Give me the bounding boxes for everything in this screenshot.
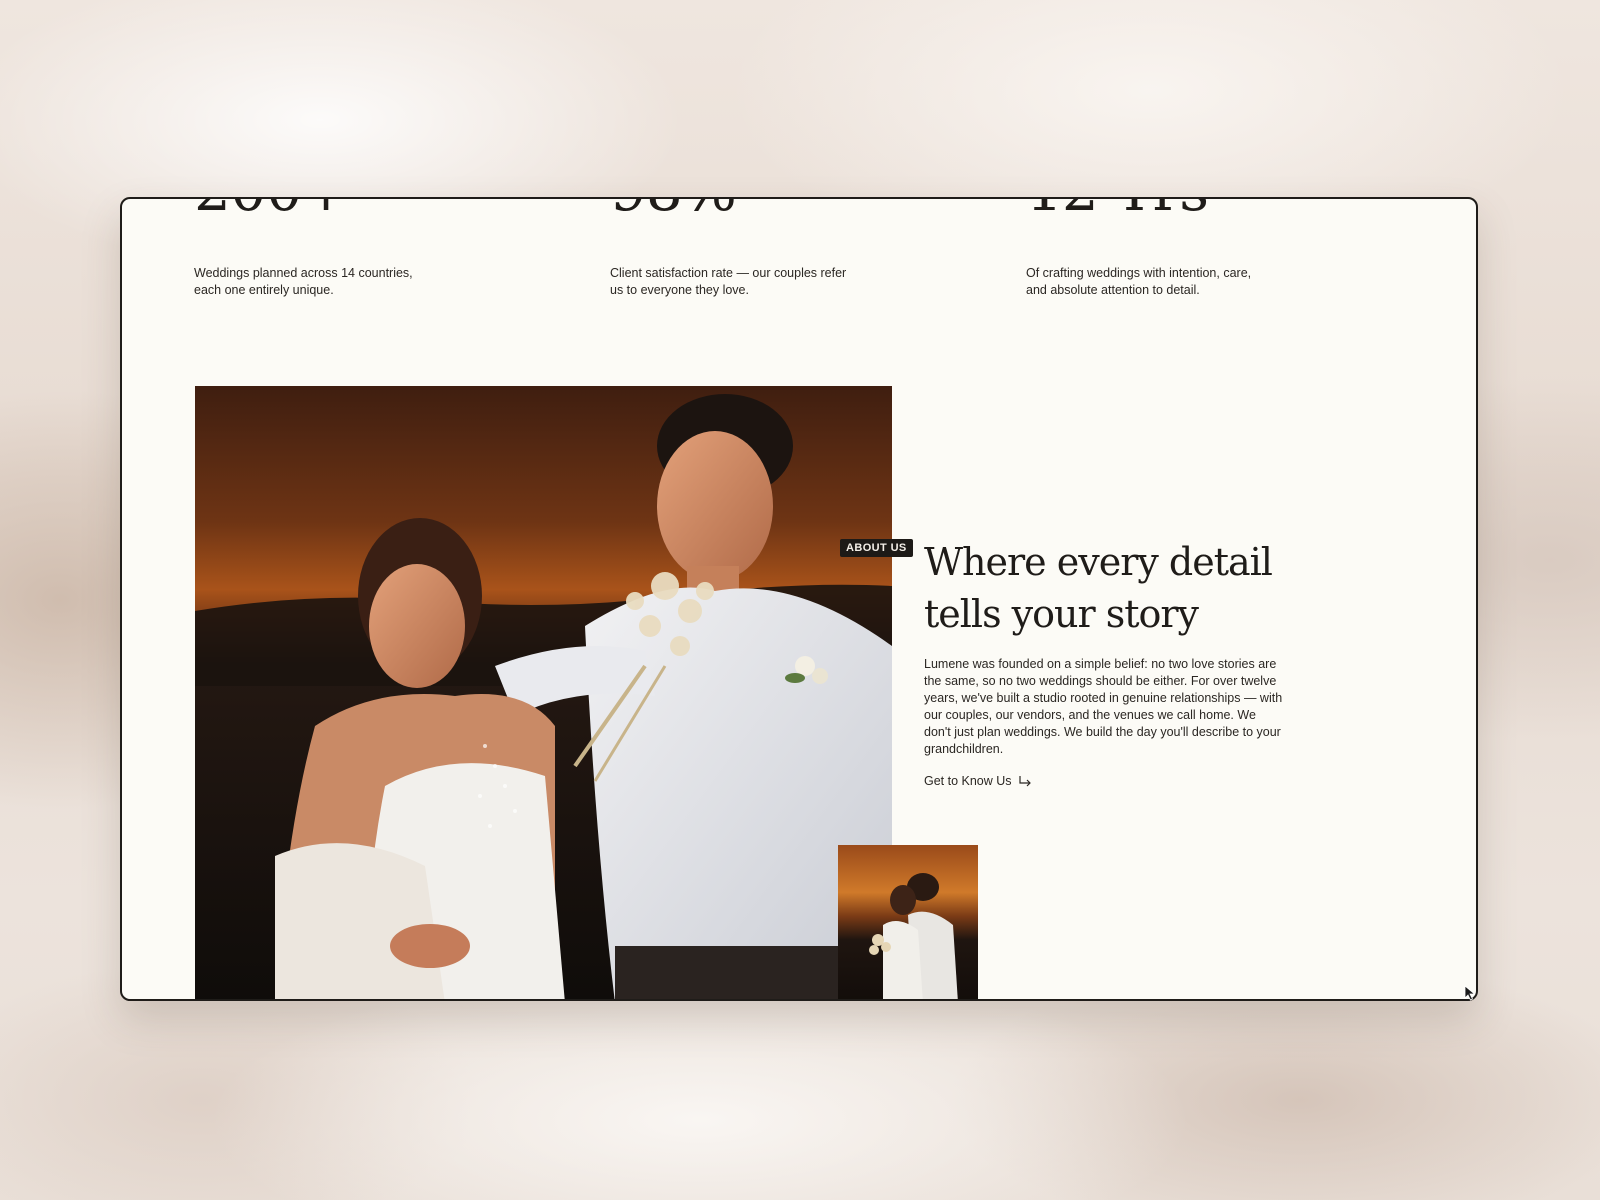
about-us-badge: ABOUT US bbox=[840, 539, 913, 557]
couple-kiss-photo bbox=[838, 845, 978, 999]
stat-description: Client satisfaction rate — our couples r… bbox=[610, 266, 847, 297]
mouse-cursor-icon bbox=[1464, 985, 1476, 1001]
stat-description: Of crafting weddings with intention, car… bbox=[1026, 266, 1252, 297]
link-label: Get to Know Us bbox=[924, 774, 1012, 788]
stat-value: 98% bbox=[610, 199, 737, 219]
browser-window: 200+ Weddings planned across 14 countrie… bbox=[120, 197, 1478, 1001]
stat-description: Weddings planned across 14 countries, ea… bbox=[194, 266, 413, 297]
couple-photo bbox=[195, 386, 892, 999]
stat-value: 200+ bbox=[194, 199, 350, 219]
get-to-know-us-link[interactable]: Get to Know Us bbox=[924, 774, 1032, 788]
about-heading: Where every detail tells your story bbox=[924, 540, 1273, 636]
about-body: Lumene was founded on a simple belief: n… bbox=[924, 657, 1283, 756]
arrow-down-right-icon bbox=[1018, 776, 1031, 787]
stat-value: 12 Yrs bbox=[1026, 199, 1209, 219]
